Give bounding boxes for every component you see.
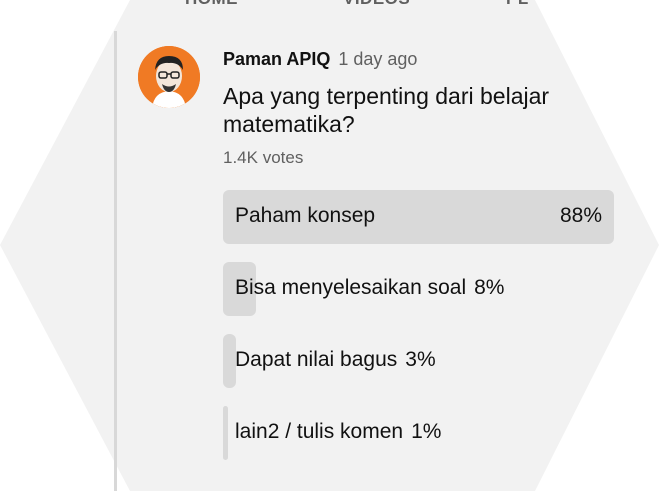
poll-question: Apa yang terpenting dari belajar matemat… bbox=[223, 83, 550, 137]
poll-option-label: lain2 / tulis komen 1% bbox=[235, 420, 442, 443]
post-time[interactable]: 1 day ago bbox=[338, 49, 417, 69]
poll-option-percent: 8% bbox=[474, 276, 505, 299]
avatar-portrait-icon bbox=[138, 46, 200, 108]
tab-videos[interactable]: VIDEOS bbox=[343, 0, 410, 9]
poll-option[interactable]: lain2 / tulis komen 1% bbox=[223, 406, 614, 460]
vote-count: 1.4K votes bbox=[223, 148, 304, 167]
poll-option-label: Dapat nilai bagus 3% bbox=[235, 348, 436, 371]
tab-home[interactable]: HOME bbox=[185, 0, 238, 9]
poll-option-fill bbox=[223, 406, 228, 460]
thread-divider bbox=[114, 31, 117, 491]
poll-option-percent: 3% bbox=[405, 348, 436, 371]
avatar[interactable] bbox=[138, 46, 200, 108]
poll-option-percent: 88% bbox=[559, 204, 602, 227]
poll-option-label: Paham konsep bbox=[235, 204, 376, 227]
poll-option-label: Bisa menyelesaikan soal 8% bbox=[235, 276, 505, 299]
poll-option[interactable]: Paham konsep 88% bbox=[223, 190, 614, 244]
poll-option-percent: 1% bbox=[411, 420, 442, 443]
channel-tabs: HOME VIDEOS PL bbox=[0, 0, 659, 13]
poll-option[interactable]: Dapat nilai bagus 3% bbox=[223, 334, 614, 388]
poll-option[interactable]: Bisa menyelesaikan soal 8% bbox=[223, 262, 614, 316]
author-name[interactable]: Paman APIQ bbox=[223, 49, 330, 69]
tab-playlists[interactable]: PL bbox=[506, 0, 529, 9]
post-author-line: Paman APIQ 1 day ago bbox=[223, 49, 417, 70]
